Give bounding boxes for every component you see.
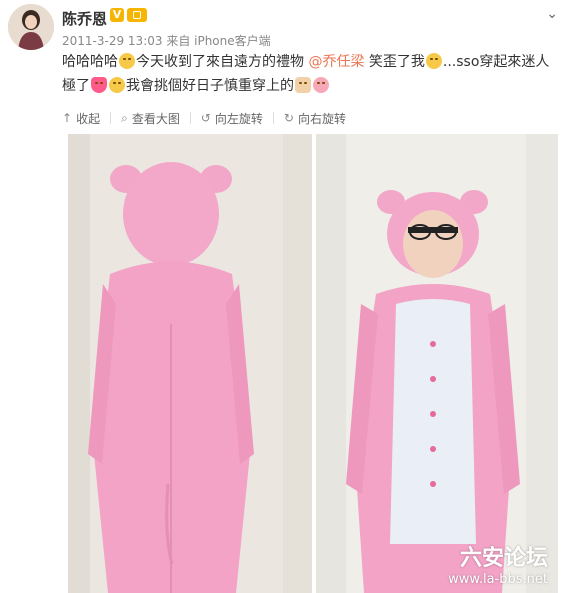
heart-emoji-icon xyxy=(91,77,107,93)
text-segment: 我會挑個好日子慎重穿上的 xyxy=(126,78,294,94)
image-toolbar: ↑ 收起 ⌕ 查看大图 ↺ 向左旋转 ↻ 向右旋转 xyxy=(62,108,562,128)
post-meta: 2011-3-29 13:03 来自 iPhone客户端 xyxy=(62,34,271,48)
divider xyxy=(189,112,191,124)
divider xyxy=(272,112,274,124)
rotate-right-button[interactable]: ↻ 向右旋转 xyxy=(284,110,346,127)
post-text: 哈哈哈哈 今天收到了來自遠方的禮物 @乔任梁 笑歪了我 ...sso穿起來迷人極了我… xyxy=(62,50,562,98)
pig-emoji-icon xyxy=(313,77,329,93)
photo-area: 六安论坛 www.la-bbs.net xyxy=(64,134,558,593)
laughing-emoji-icon xyxy=(425,53,442,69)
chevron-down-icon[interactable]: ⌄ xyxy=(546,6,558,22)
weibo-post: 陈乔恩 V ⌄ 2011-3-29 13:03 来自 iPhone客户端 哈哈哈… xyxy=(0,0,570,593)
rotate-left-button[interactable]: ↺ 向左旋转 xyxy=(201,110,263,127)
rotate-left-label: 向左旋转 xyxy=(214,111,263,126)
mention-link[interactable]: @乔任梁 xyxy=(308,54,364,70)
text-segment: 哈哈哈哈 xyxy=(62,54,118,70)
collect-label: 收起 xyxy=(76,111,101,126)
watermark: 六安论坛 www.la-bbs.net xyxy=(448,540,548,587)
verified-badge: V xyxy=(110,8,124,22)
watermark-title: 六安论坛 xyxy=(459,545,548,571)
hand-emoji-icon xyxy=(295,77,311,93)
watermark-url: www.la-bbs.net xyxy=(448,572,548,587)
level-badge-icon xyxy=(127,8,147,22)
rotate-left-icon: ↺ xyxy=(200,111,211,125)
photo-back-view[interactable] xyxy=(68,134,312,593)
avatar[interactable] xyxy=(8,4,54,50)
view-large-label: 查看大图 xyxy=(131,111,180,126)
collect-button[interactable]: ↑ 收起 xyxy=(62,110,100,127)
laughing-emoji-icon xyxy=(109,77,125,93)
laughing-emoji-icon xyxy=(119,53,135,69)
magnifier-icon: ⌕ xyxy=(121,110,128,125)
photo-front-view[interactable] xyxy=(316,134,558,593)
rotate-right-icon: ↻ xyxy=(283,111,294,125)
rotate-right-label: 向右旋转 xyxy=(297,111,346,126)
username[interactable]: 陈乔恩 xyxy=(62,8,107,29)
view-large-button[interactable]: ⌕ 查看大图 xyxy=(121,110,180,127)
arrow-up-icon: ↑ xyxy=(62,111,73,125)
text-segment: 笑歪了我 xyxy=(364,54,425,70)
text-segment: 今天收到了來自遠方的禮物 xyxy=(136,54,309,70)
divider xyxy=(110,112,112,124)
